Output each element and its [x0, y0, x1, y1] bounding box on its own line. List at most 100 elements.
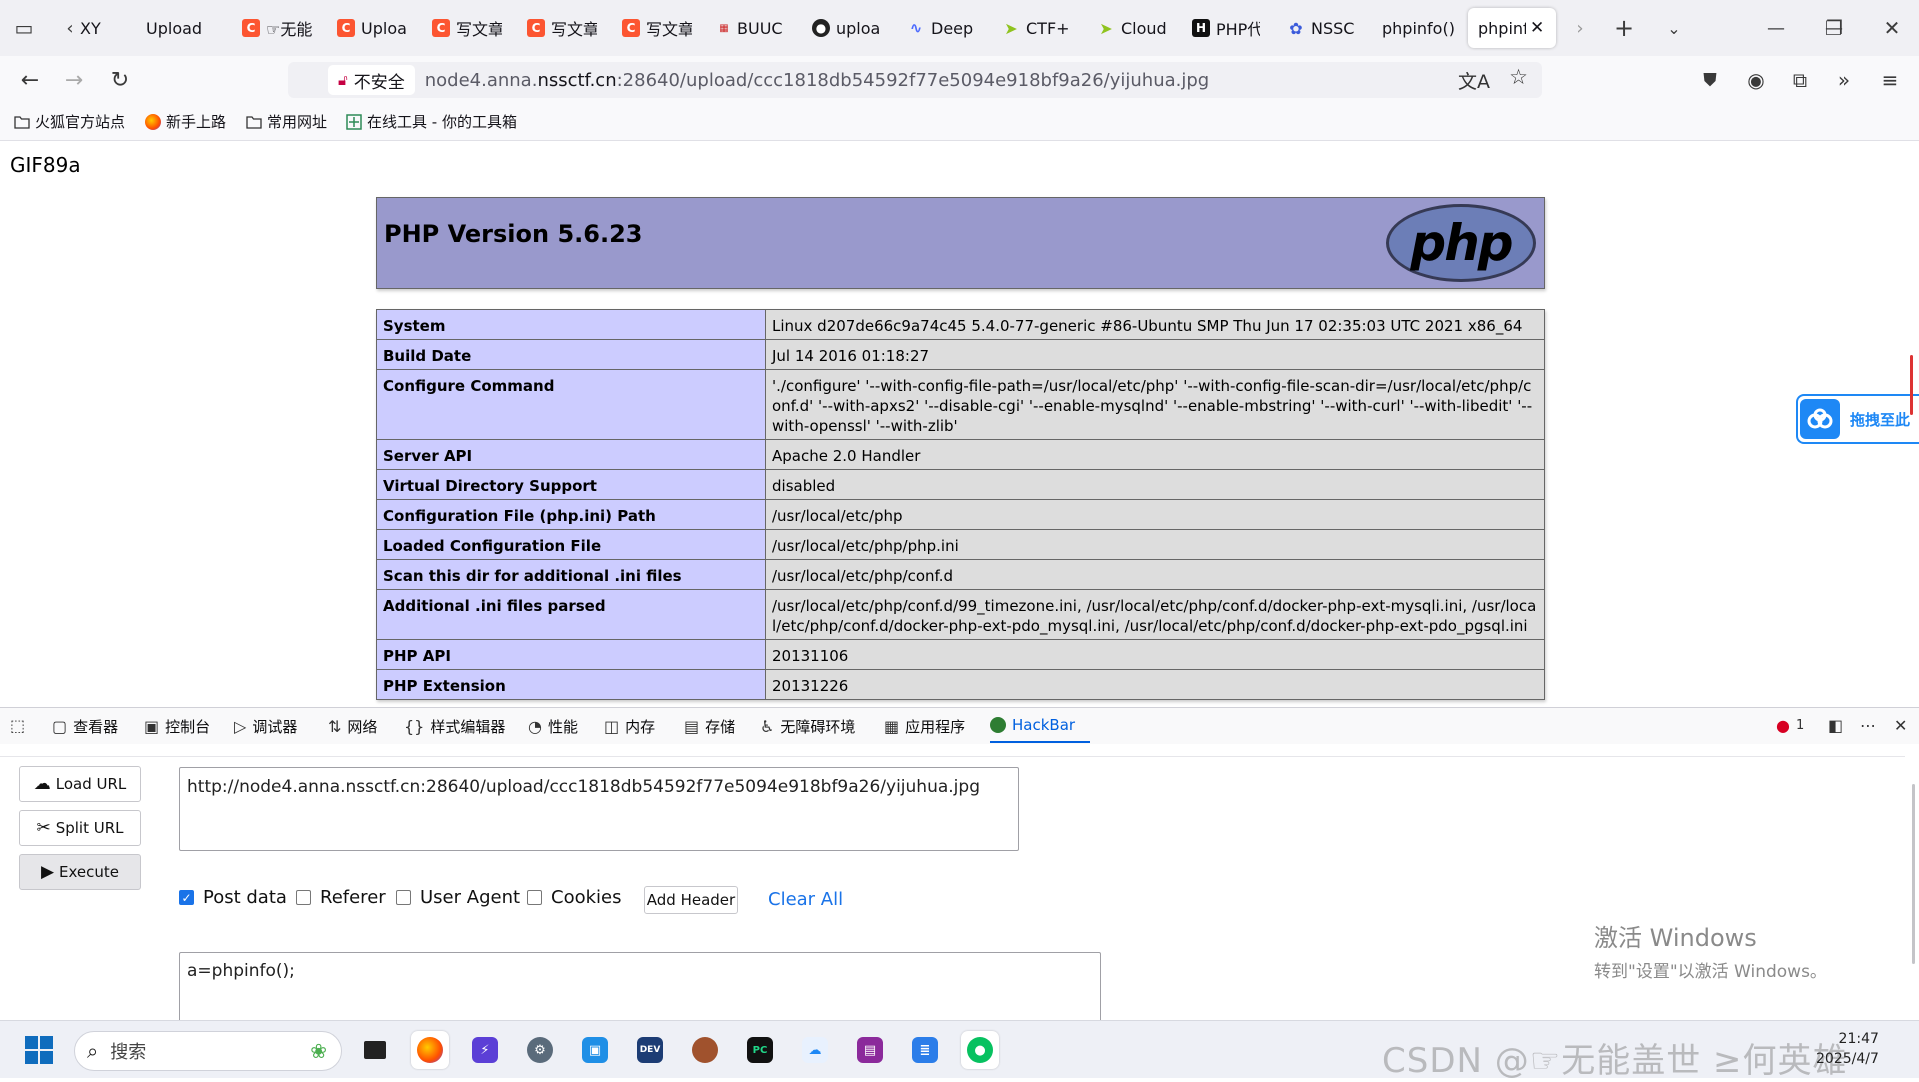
- notepad-app-icon[interactable]: ≣: [906, 1031, 944, 1069]
- wechat-app-icon[interactable]: ●: [961, 1031, 999, 1069]
- tab-7[interactable]: C 写文章: [622, 8, 692, 48]
- bolt-app-icon[interactable]: ⚡: [466, 1031, 504, 1069]
- tab-hackbar[interactable]: HackBar: [990, 716, 1075, 734]
- devtools-menu-icon[interactable]: ⋯: [1860, 716, 1882, 735]
- forward-icon[interactable]: →: [58, 64, 90, 96]
- dock-side-icon[interactable]: ◧: [1828, 716, 1849, 735]
- back-icon[interactable]: ←: [14, 64, 46, 96]
- overflow-chevron-icon[interactable]: »: [1828, 64, 1860, 96]
- close-devtools-icon[interactable]: ✕: [1894, 716, 1913, 735]
- tab-debugger[interactable]: ▷ 调试器: [234, 716, 297, 737]
- tab-network[interactable]: ⇅ 网络: [328, 716, 377, 737]
- tab-13[interactable]: H PHP代: [1192, 8, 1260, 48]
- pocket-icon[interactable]: ⛊: [1694, 64, 1726, 96]
- bug-tool-app-icon[interactable]: ⚙: [521, 1031, 559, 1069]
- scroll-thumb[interactable]: [1910, 355, 1913, 415]
- new-tab-icon[interactable]: +: [1608, 12, 1640, 44]
- list-tabs-icon[interactable]: ⌄: [1658, 12, 1690, 44]
- baidu-netdisk-app-icon[interactable]: ☁: [796, 1031, 834, 1069]
- tab-12[interactable]: ➤ Cloud: [1097, 8, 1167, 48]
- tab-10[interactable]: ∿ Deep: [907, 8, 979, 48]
- tab-15[interactable]: phpinfo(): [1382, 8, 1462, 48]
- hackbar-url-input[interactable]: http://node4.anna.nssctf.cn:28640/upload…: [179, 767, 1019, 851]
- user-agent-checkbox[interactable]: User Agent: [396, 887, 520, 908]
- add-header-button[interactable]: Add Header: [644, 886, 738, 914]
- php-logo[interactable]: php: [1386, 204, 1536, 282]
- tab-style-editor[interactable]: {} 样式编辑器: [404, 716, 505, 737]
- clear-all-link[interactable]: Clear All: [768, 889, 843, 910]
- scroll-tabs-left-icon[interactable]: ‹: [60, 12, 80, 44]
- taskbar-clock[interactable]: 21:47 2025/4/7: [1816, 1029, 1879, 1069]
- split-url-button[interactable]: ✂ Split URL: [19, 810, 141, 846]
- restore-icon[interactable]: ❐: [1818, 12, 1850, 44]
- tab-14[interactable]: ✿ NSSC: [1287, 8, 1357, 48]
- element-picker-icon[interactable]: ⬚: [10, 716, 31, 735]
- tab-accessibility[interactable]: ♿︎ 无障碍环境: [760, 716, 855, 737]
- account-icon[interactable]: ◉: [1740, 64, 1772, 96]
- post-data-checkbox[interactable]: ✓ Post data: [179, 887, 287, 908]
- activation-subtitle: 转到"设置"以激活 Windows。: [1594, 962, 1827, 982]
- bookmark-common-sites[interactable]: 常用网址: [246, 111, 327, 132]
- load-url-button[interactable]: ☁ Load URL: [19, 766, 141, 802]
- row-key: Virtual Directory Support: [376, 469, 766, 500]
- tab-2[interactable]: Upload: [146, 8, 216, 48]
- scroll-tabs-right-icon[interactable]: ›: [1562, 12, 1598, 44]
- tab-console[interactable]: ▣ 控制台: [144, 716, 210, 737]
- search-placeholder: 搜索: [110, 1042, 147, 1063]
- page-scrollbar[interactable]: [1909, 235, 1915, 445]
- tab-1[interactable]: XY: [80, 8, 120, 48]
- execute-button[interactable]: ▶ Execute: [19, 854, 141, 890]
- windows-start-icon[interactable]: [24, 1035, 54, 1065]
- connection-insecure-indicator[interactable]: 🔓︎ 不安全: [328, 65, 415, 95]
- tab-5[interactable]: C 写文章: [432, 8, 502, 48]
- baidu-netdisk-drop-widget[interactable]: 拖拽至此: [1796, 394, 1919, 444]
- hamburger-menu-icon[interactable]: ≡: [1874, 64, 1906, 96]
- row-value: Jul 14 2016 01:18:27: [765, 339, 1545, 370]
- bookmark-star-icon[interactable]: ☆: [1509, 65, 1528, 89]
- hackbar-scrollbar[interactable]: [1912, 784, 1915, 964]
- screen-app-icon[interactable]: ▣: [576, 1031, 614, 1069]
- cookies-checkbox[interactable]: Cookies: [527, 887, 621, 908]
- row-key: Configure Command: [376, 369, 766, 440]
- post-data-input[interactable]: a=phpinfo();: [179, 952, 1101, 1020]
- console-icon: ▣: [144, 717, 160, 736]
- avatar-app-icon[interactable]: [686, 1031, 724, 1069]
- translate-icon[interactable]: 文A: [1458, 67, 1490, 94]
- winrar-app-icon[interactable]: ▤: [851, 1031, 889, 1069]
- csdn-c-icon: C: [622, 19, 640, 37]
- taskbar-search-box[interactable]: ⌕ 搜索 ❀: [74, 1031, 342, 1071]
- bookmark-online-tools[interactable]: 在线工具 - 你的工具箱: [346, 111, 517, 132]
- tab-4[interactable]: C Uploa: [337, 8, 407, 48]
- reload-icon[interactable]: ↻: [104, 64, 136, 96]
- tab-8[interactable]: ▦ BUUC: [717, 8, 789, 48]
- tab-6[interactable]: C 写文章: [527, 8, 597, 48]
- close-tab-icon[interactable]: ✕: [1530, 18, 1544, 38]
- tab-memory[interactable]: ◫ 内存: [604, 716, 655, 737]
- tab-9[interactable]: ● uploa: [812, 8, 882, 48]
- tab-inspector[interactable]: ▢ 查看器: [52, 716, 118, 737]
- devtools-tab-label: 内存: [625, 718, 656, 736]
- address-bar[interactable]: 🔓︎ 不安全 node4.anna.nssctf.cn:28640/upload…: [288, 62, 1542, 98]
- tab-3[interactable]: C ☞无能: [242, 8, 316, 48]
- tab-16-active[interactable]: phpinf ✕: [1468, 8, 1556, 48]
- error-counter[interactable]: ● 1: [1776, 716, 1804, 735]
- firefox-app-icon[interactable]: [411, 1031, 449, 1069]
- tab-storage[interactable]: ▤ 存储: [684, 716, 735, 737]
- bookmark-getting-started[interactable]: 新手上路: [145, 111, 226, 132]
- extensions-icon[interactable]: ⧉: [1784, 64, 1816, 96]
- bookmark-firefox-official[interactable]: 火狐官方站点: [14, 111, 125, 132]
- devcpp-app-icon[interactable]: DEV: [631, 1031, 669, 1069]
- taskview-app-icon[interactable]: [356, 1031, 394, 1069]
- referer-checkbox[interactable]: Referer: [296, 887, 386, 908]
- close-window-icon[interactable]: ✕: [1876, 12, 1908, 44]
- tab-overview-icon[interactable]: ▭: [8, 12, 40, 44]
- search-icon: ⌕: [87, 1039, 99, 1063]
- divider: [0, 756, 1905, 757]
- pycharm-app-icon[interactable]: PC: [741, 1031, 779, 1069]
- tab-application[interactable]: ▦ 应用程序: [884, 716, 965, 737]
- tab-performance[interactable]: ◔ 性能: [528, 716, 578, 737]
- minimize-window-icon[interactable]: —: [1760, 12, 1792, 44]
- url-text[interactable]: node4.anna.nssctf.cn:28640/upload/ccc181…: [425, 70, 1210, 91]
- github-icon: ●: [812, 19, 830, 37]
- tab-11[interactable]: ➤ CTF+: [1002, 8, 1072, 48]
